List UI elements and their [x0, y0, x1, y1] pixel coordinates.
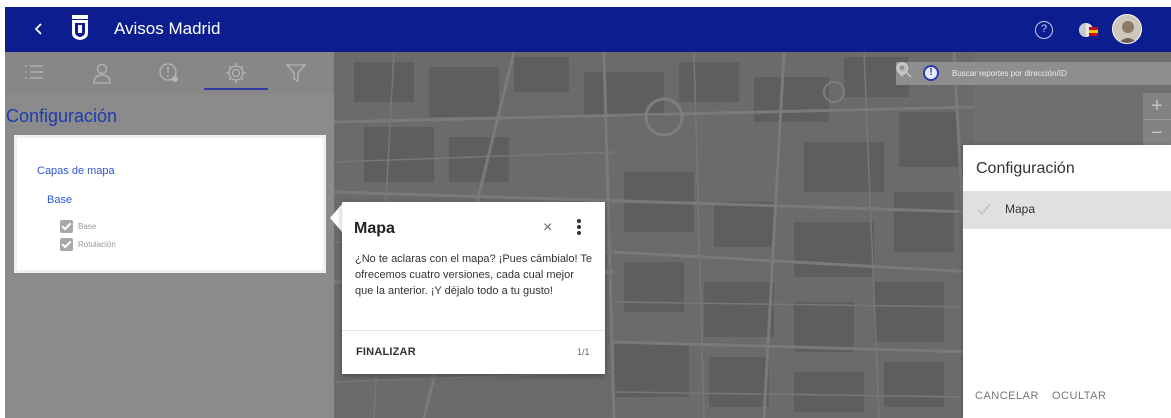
app-title: Avisos Madrid — [114, 19, 221, 38]
popover-step-counter: 1/1 — [577, 347, 590, 357]
zoom-controls: + − — [1143, 93, 1171, 145]
cancel-button[interactable]: CANCELAR — [975, 390, 1039, 402]
layer-base-checkbox[interactable] — [60, 220, 73, 233]
back-button[interactable] — [29, 19, 49, 39]
zoom-in-button[interactable]: + — [1143, 93, 1171, 119]
search-input[interactable] — [952, 65, 1132, 82]
help-button[interactable]: ? — [1035, 21, 1053, 39]
language-flag-icon — [1079, 23, 1098, 37]
active-tab-indicator — [204, 88, 268, 90]
popover-body: ¿No te aclaras con el mapa? ¡Pues cámbia… — [355, 253, 593, 297]
popover-divider — [342, 330, 605, 331]
app-header: Avisos Madrid ? — [5, 7, 1171, 52]
madrid-logo-icon — [70, 13, 90, 41]
tab-settings[interactable] — [218, 58, 254, 88]
hide-button[interactable]: OCULTAR — [1052, 390, 1106, 402]
layer-labels-checkbox[interactable] — [60, 238, 73, 251]
alert-icon[interactable]: ! — [923, 65, 939, 81]
panel-title: Configuración — [6, 106, 118, 126]
gear-icon — [226, 63, 246, 83]
map-layers-card: Capas de mapa Base Base Rotulación — [14, 135, 326, 273]
config-panel: Configuración Mapa CANCELAR OCULTAR — [963, 145, 1171, 418]
layer-base-label: Base — [78, 222, 97, 231]
layer-labels-label: Rotulación — [78, 240, 116, 249]
base-group-title[interactable]: Base — [47, 194, 72, 206]
close-icon[interactable]: × — [543, 219, 552, 237]
zoom-out-button[interactable]: − — [1143, 119, 1171, 145]
popover-arrow — [330, 204, 342, 232]
tab-user[interactable] — [84, 58, 120, 88]
search-icon[interactable] — [896, 62, 912, 78]
search-bar: ! — [896, 62, 1171, 85]
popover-title: Mapa — [354, 220, 395, 237]
config-item-map[interactable]: Mapa — [963, 191, 1171, 229]
more-vert-icon[interactable] — [576, 218, 582, 236]
config-title: Configuración — [976, 160, 1075, 177]
list-icon — [25, 65, 43, 79]
top-bar: Avisos Madrid ? — [0, 0, 1171, 52]
left-panel: Configuración Capas de mapa Base Base Ro… — [5, 52, 334, 418]
config-item-label: Mapa — [1005, 202, 1036, 216]
alert-clock-icon — [159, 63, 178, 82]
finish-button[interactable]: FINALIZAR — [356, 346, 416, 358]
map-layers-title[interactable]: Capas de mapa — [37, 165, 115, 177]
tab-filter[interactable] — [278, 58, 314, 88]
tour-popover: Mapa × ¿No te aclaras con el mapa? ¡Pues… — [342, 202, 605, 374]
language-button[interactable] — [1077, 19, 1099, 41]
check-icon — [977, 203, 991, 215]
tab-list[interactable] — [16, 58, 52, 88]
tab-alerts[interactable] — [151, 58, 187, 88]
user-icon — [93, 63, 111, 84]
chevron-left-icon — [34, 23, 42, 35]
filter-icon — [285, 64, 307, 83]
user-avatar[interactable] — [1112, 14, 1142, 44]
panel-tabs — [5, 52, 334, 94]
avatar-icon — [1113, 15, 1141, 43]
